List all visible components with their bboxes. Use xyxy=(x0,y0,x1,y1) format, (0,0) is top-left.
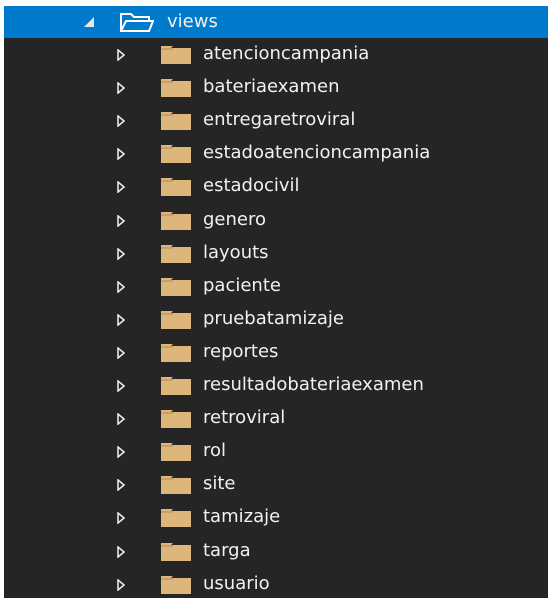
expanded-caret-icon[interactable] xyxy=(84,17,94,27)
folder-icon xyxy=(161,211,191,230)
tree-item-entregaretroviral[interactable]: entregaretroviral xyxy=(4,104,548,137)
tree-item-usuario[interactable]: usuario xyxy=(4,568,548,598)
tree-item-layouts[interactable]: layouts xyxy=(4,237,548,270)
folder-icon xyxy=(161,410,191,429)
folder-icon xyxy=(161,277,191,296)
tree-item-reportes[interactable]: reportes xyxy=(4,336,548,369)
collapsed-caret-icon[interactable] xyxy=(117,578,125,591)
folder-icon xyxy=(161,310,191,329)
tree-item-label: targa xyxy=(203,539,251,561)
collapsed-caret-icon[interactable] xyxy=(117,148,125,161)
tree-item-label: pruebatamizaje xyxy=(203,307,344,329)
collapsed-caret-icon[interactable] xyxy=(117,512,125,525)
tree-item-pruebatamizaje[interactable]: pruebatamizaje xyxy=(4,303,548,336)
tree-item-label: reportes xyxy=(203,340,279,362)
collapsed-caret-icon[interactable] xyxy=(117,280,125,293)
folder-icon xyxy=(161,145,191,164)
tree-item-estadoatencioncampania[interactable]: estadoatencioncampania xyxy=(4,137,548,170)
folder-icon xyxy=(161,79,191,98)
tree-item-label: genero xyxy=(203,208,266,230)
tree-item-estadocivil[interactable]: estadocivil xyxy=(4,170,548,203)
tree-item-bateriaexamen[interactable]: bateriaexamen xyxy=(4,71,548,104)
folder-icon xyxy=(161,46,191,64)
collapsed-caret-icon[interactable] xyxy=(117,545,125,558)
folder-icon xyxy=(161,542,191,561)
tree-item-label: layouts xyxy=(203,241,269,263)
open-folder-icon xyxy=(120,11,154,33)
tree-item-label: bateriaexamen xyxy=(203,76,340,98)
collapsed-caret-icon[interactable] xyxy=(117,380,125,392)
tree-item-targa[interactable]: targa xyxy=(4,535,548,568)
folder-icon xyxy=(161,443,191,462)
collapsed-caret-icon[interactable] xyxy=(117,82,125,95)
collapsed-caret-icon[interactable] xyxy=(117,214,125,227)
tree-item-label: entregaretroviral xyxy=(203,109,356,131)
tree-item-views[interactable]: views xyxy=(4,6,548,38)
tree-item-label: resultadobateriaexamen xyxy=(203,374,424,395)
tree-item-label: rol xyxy=(203,440,227,462)
folder-icon xyxy=(161,476,191,495)
tree-item-retroviral[interactable]: retroviral xyxy=(4,402,548,435)
folder-icon xyxy=(161,509,191,528)
collapsed-caret-icon[interactable] xyxy=(117,479,125,492)
tree-item-label: views xyxy=(167,11,218,32)
folder-icon xyxy=(161,112,191,131)
collapsed-caret-icon[interactable] xyxy=(117,49,125,61)
tree-item-label: tamizaje xyxy=(203,506,281,528)
tree-item-label: retroviral xyxy=(203,407,286,429)
tree-item-tamizaje[interactable]: tamizaje xyxy=(4,501,548,534)
tree-item-label: estadocivil xyxy=(203,175,300,197)
collapsed-caret-icon[interactable] xyxy=(117,247,125,260)
collapsed-caret-icon[interactable] xyxy=(117,446,125,459)
tree-item-resultadobateriaexamen[interactable]: resultadobateriaexamen xyxy=(4,369,548,402)
collapsed-caret-icon[interactable] xyxy=(117,346,125,359)
tree-item-label: site xyxy=(203,473,236,495)
folder-icon xyxy=(161,575,191,594)
collapsed-caret-icon[interactable] xyxy=(117,413,125,426)
tree-item-label: estadoatencioncampania xyxy=(203,142,431,164)
tree-item-atencioncampania[interactable]: atencioncampania xyxy=(4,38,548,71)
tree-item-paciente[interactable]: paciente xyxy=(4,270,548,303)
collapsed-caret-icon[interactable] xyxy=(117,181,125,194)
tree-item-rol[interactable]: rol xyxy=(4,435,548,468)
tree-item-genero[interactable]: genero xyxy=(4,204,548,237)
collapsed-caret-icon[interactable] xyxy=(117,313,125,326)
solution-explorer-tree: views atencioncampania bateriaexamen entre… xyxy=(4,6,548,598)
collapsed-caret-icon[interactable] xyxy=(117,115,125,128)
folder-icon xyxy=(161,377,191,395)
folder-icon xyxy=(161,244,191,263)
folder-icon xyxy=(161,178,191,197)
folder-icon xyxy=(161,343,191,362)
tree-item-label: atencioncampania xyxy=(203,43,370,64)
tree-item-label: paciente xyxy=(203,274,281,296)
tree-item-label: usuario xyxy=(203,572,270,594)
tree-item-site[interactable]: site xyxy=(4,468,548,501)
